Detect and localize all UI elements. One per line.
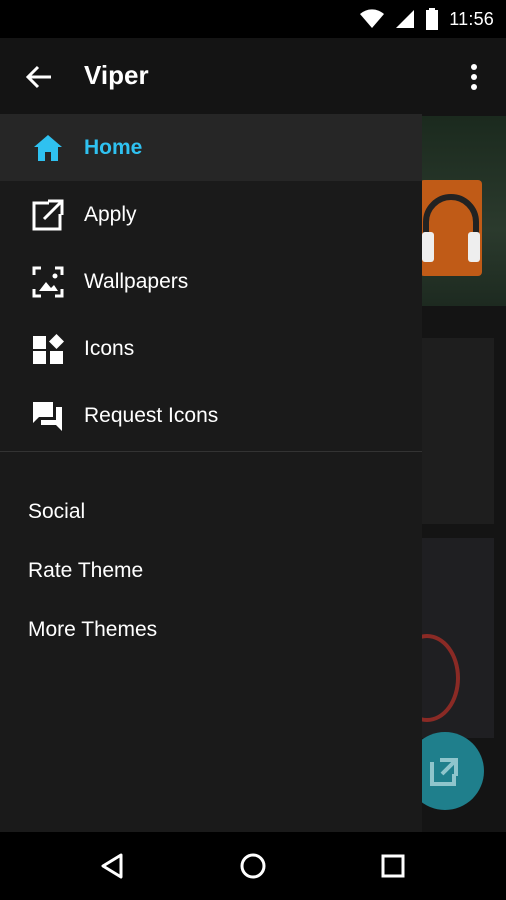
drawer-item-apply[interactable]: Apply xyxy=(0,181,422,248)
drawer-link-social[interactable]: Social xyxy=(0,482,422,541)
forum-icon xyxy=(30,398,66,434)
headphones-app-icon xyxy=(420,180,482,276)
signal-icon xyxy=(396,10,415,28)
nav-home-button[interactable] xyxy=(235,848,271,884)
back-button[interactable] xyxy=(20,58,58,96)
drawer-item-label: Request Icons xyxy=(84,403,219,427)
arrow-back-icon xyxy=(25,65,51,89)
back-nav-icon xyxy=(101,853,123,879)
overflow-menu-button[interactable] xyxy=(462,58,486,96)
status-icons: 11:56 xyxy=(359,7,494,31)
navigation-bar xyxy=(0,832,506,900)
home-icon xyxy=(30,130,66,166)
drawer-item-label: Home xyxy=(84,135,143,159)
app-toolbar: Viper xyxy=(0,38,506,114)
nav-recents-button[interactable] xyxy=(375,848,411,884)
toolbar-title: Viper xyxy=(84,60,149,90)
drawer-item-label: Apply xyxy=(84,202,137,226)
drawer-item-label: Icons xyxy=(84,336,135,360)
status-bar: 11:56 xyxy=(0,0,506,38)
wifi-icon xyxy=(360,9,385,28)
status-time: 11:56 xyxy=(449,8,494,29)
navigation-drawer: Home Apply Wallpapers Icons Request Icon… xyxy=(0,38,422,832)
nav-back-button[interactable] xyxy=(94,848,130,884)
recents-nav-icon xyxy=(381,854,405,878)
drawer-link-rate-theme[interactable]: Rate Theme xyxy=(0,541,422,600)
home-nav-icon xyxy=(240,853,266,879)
drawer-link-more-themes[interactable]: More Themes xyxy=(0,600,422,659)
drawer-item-wallpapers[interactable]: Wallpapers xyxy=(0,248,422,315)
drawer-item-request-icons[interactable]: Request Icons xyxy=(0,382,422,449)
drawer-menu: Home Apply Wallpapers Icons Request Icon… xyxy=(0,114,422,449)
card-top xyxy=(420,338,494,524)
drawer-item-label: Wallpapers xyxy=(84,269,189,293)
open-in-new-icon xyxy=(30,197,66,233)
wallpaper-icon xyxy=(30,264,66,300)
widgets-icon xyxy=(30,331,66,367)
drawer-item-home[interactable]: Home xyxy=(0,114,422,181)
battery-icon xyxy=(426,8,439,30)
drawer-item-icons[interactable]: Icons xyxy=(0,315,422,382)
more-vert-icon xyxy=(471,64,477,90)
drawer-links: Social Rate Theme More Themes xyxy=(0,482,422,659)
drawer-divider xyxy=(0,451,422,452)
